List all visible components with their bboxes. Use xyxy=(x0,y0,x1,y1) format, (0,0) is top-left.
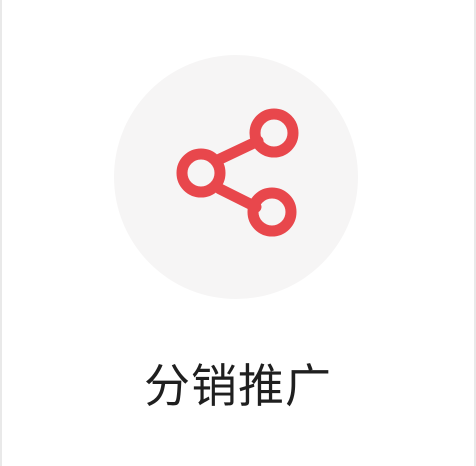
entry-label: 分销推广 xyxy=(144,359,332,413)
share-icon xyxy=(176,108,299,237)
icon-circle-background xyxy=(114,55,358,299)
screen: 分销推广 xyxy=(0,0,476,466)
distribution-promotion-entry[interactable]: 分销推广 xyxy=(2,0,474,466)
